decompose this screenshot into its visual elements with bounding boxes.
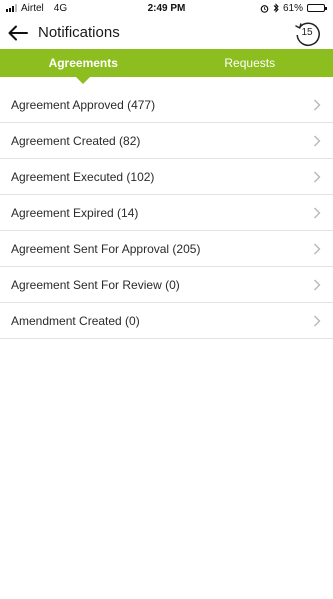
notification-label: Agreement Created (82) <box>11 133 141 148</box>
arrow-left-icon[interactable] <box>6 22 30 44</box>
notification-item-agreement-executed[interactable]: Agreement Executed (102) <box>0 159 333 195</box>
active-tab-indicator <box>75 76 92 84</box>
tab-bar: Agreements Requests <box>0 49 333 84</box>
notification-item-agreement-sent-for-approval[interactable]: Agreement Sent For Approval (205) <box>0 231 333 267</box>
chevron-right-icon <box>314 207 321 218</box>
notification-label: Amendment Created (0) <box>11 313 140 328</box>
notification-item-agreement-expired[interactable]: Agreement Expired (14) <box>0 195 333 231</box>
notification-item-agreement-created[interactable]: Agreement Created (82) <box>0 123 333 159</box>
history-button[interactable]: 15 <box>293 19 321 47</box>
chevron-right-icon <box>314 315 321 326</box>
notification-label: Agreement Sent For Review (0) <box>11 277 180 292</box>
status-right: 61% <box>260 2 327 14</box>
notification-label: Agreement Approved (477) <box>11 97 156 112</box>
notification-label: Agreement Executed (102) <box>11 169 155 184</box>
notification-item-agreement-sent-for-review[interactable]: Agreement Sent For Review (0) <box>0 267 333 303</box>
notification-label: Agreement Sent For Approval (205) <box>11 241 201 256</box>
history-count: 15 <box>301 27 313 38</box>
notification-item-agreement-approved[interactable]: Agreement Approved (477) <box>0 87 333 123</box>
status-bar: Airtel 4G 2:49 PM 61% <box>0 0 333 16</box>
network-type: 4G <box>53 2 68 14</box>
status-left: Airtel 4G <box>6 3 67 14</box>
chevron-right-icon <box>314 279 321 290</box>
carrier-name: Airtel <box>21 2 44 14</box>
tab-requests-label: Requests <box>224 56 276 70</box>
chevron-right-icon <box>314 135 321 146</box>
alarm-icon <box>260 4 269 13</box>
battery-percent: 61% <box>282 2 303 14</box>
tab-agreements[interactable]: Agreements <box>0 49 167 84</box>
app-header: Notifications 15 <box>0 16 333 49</box>
chevron-right-icon <box>314 171 321 182</box>
battery-icon <box>307 4 327 12</box>
chevron-right-icon <box>314 243 321 254</box>
notification-label: Agreement Expired (14) <box>11 205 139 220</box>
notification-list: Agreement Approved (477) Agreement Creat… <box>0 87 333 339</box>
bluetooth-icon <box>273 3 279 13</box>
signal-icon <box>6 4 17 12</box>
notification-item-amendment-created[interactable]: Amendment Created (0) <box>0 303 333 339</box>
tab-agreements-label: Agreements <box>48 56 118 70</box>
tab-requests[interactable]: Requests <box>167 49 333 77</box>
chevron-right-icon <box>314 99 321 110</box>
page-title: Notifications <box>38 24 120 41</box>
